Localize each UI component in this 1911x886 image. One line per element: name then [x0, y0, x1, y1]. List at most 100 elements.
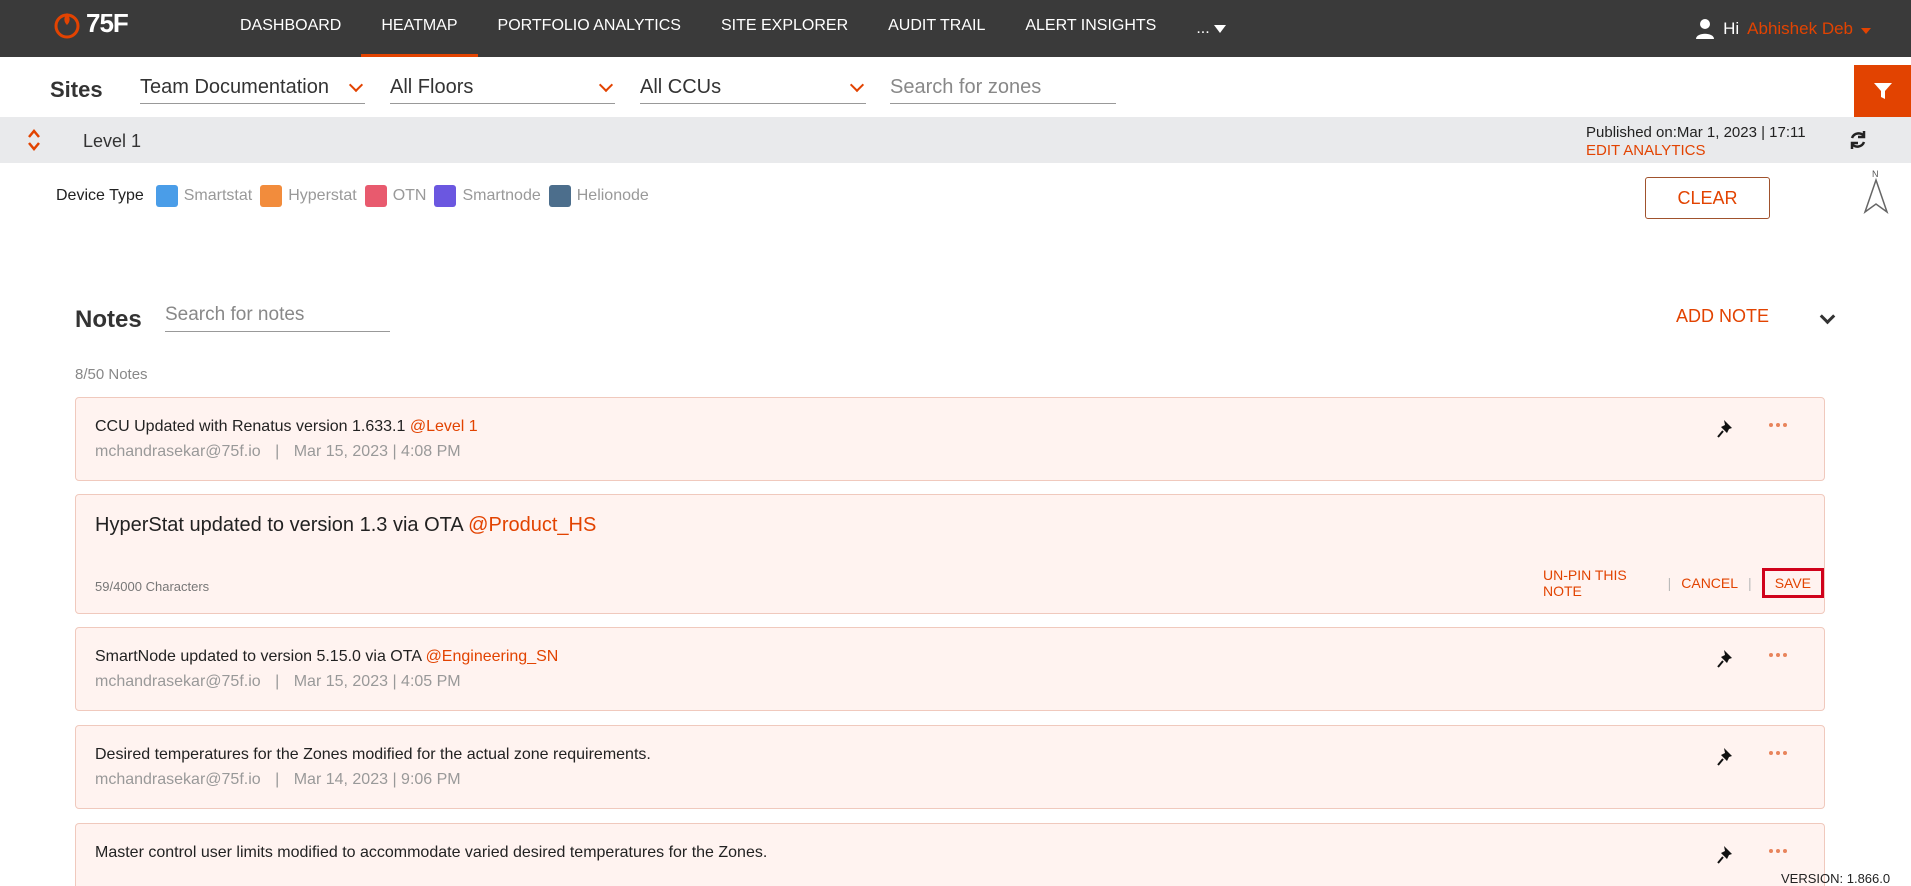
note-mention[interactable]: @Product_HS [468, 514, 596, 536]
notes-search-input[interactable]: Search for notes [165, 298, 390, 332]
note-text: Master control user limits modified to a… [95, 844, 767, 862]
user-name[interactable]: Abhishek Deb [1747, 19, 1853, 39]
nav-more-label: ... [1196, 19, 1210, 37]
action-separator: | [1748, 575, 1752, 591]
chevron-down-icon [849, 77, 865, 92]
char-count: 59/4000 Characters [95, 579, 210, 594]
site-select[interactable]: Team Documentation [140, 72, 365, 104]
filter-bar: Sites Team Documentation All Floors All … [0, 57, 1911, 117]
chevron-down-icon [598, 77, 614, 92]
chevron-down-icon[interactable] [1819, 308, 1836, 325]
meta-separator: | [275, 443, 280, 460]
legend-hyperstat[interactable]: Hyperstat [260, 185, 357, 207]
version-label: VERSION: 1.866.0 [1781, 871, 1891, 886]
more-options-icon[interactable] [1769, 751, 1787, 755]
cancel-button[interactable]: CANCEL [1681, 575, 1738, 591]
edit-actions: UN-PIN THIS NOTE | CANCEL | SAVE [1543, 567, 1824, 599]
top-nav: 75F DASHBOARD HEATMAP PORTFOLIO ANALYTIC… [0, 0, 1911, 57]
note-author: mchandrasekar@75f.io [95, 443, 261, 460]
helionode-swatch [548, 185, 571, 207]
note-body: Master control user limits modified to a… [95, 844, 768, 861]
north-label: N [1872, 169, 1879, 179]
legend-otn[interactable]: OTN [364, 185, 427, 207]
legend-label: Helionode [576, 187, 649, 204]
nav-dashboard[interactable]: DASHBOARD [220, 0, 361, 57]
more-options-icon[interactable] [1769, 423, 1787, 427]
caret-down-icon [1861, 27, 1871, 34]
note-author: mchandrasekar@75f.io [95, 771, 261, 788]
note-card: CCU Updated with Renatus version 1.633.1… [75, 397, 1825, 481]
action-separator: | [1667, 575, 1672, 591]
note-body: CCU Updated with Renatus version 1.633.1 [95, 418, 406, 435]
meta-separator: | [275, 771, 280, 788]
nav-audit-trail[interactable]: AUDIT TRAIL [868, 0, 1005, 57]
pin-icon[interactable] [1716, 746, 1736, 768]
expand-collapse-icon[interactable] [26, 127, 42, 153]
pin-icon[interactable] [1716, 844, 1736, 866]
legend-label: Smartnode [462, 187, 541, 204]
note-text: Desired temperatures for the Zones modif… [95, 746, 651, 764]
note-card: Desired temperatures for the Zones modif… [75, 725, 1825, 809]
floor-select[interactable]: All Floors [390, 72, 615, 104]
note-edit-textarea[interactable]: HyperStat updated to version 1.3 via OTA… [95, 514, 596, 537]
nav-more-menu[interactable]: ... [1176, 0, 1245, 57]
clear-button[interactable]: CLEAR [1645, 177, 1770, 219]
legend-helionode[interactable]: Helionode [548, 185, 649, 207]
nav-heatmap[interactable]: HEATMAP [361, 0, 478, 57]
note-body: Desired temperatures for the Zones modif… [95, 746, 651, 763]
note-meta: mchandrasekar@75f.io | Mar 15, 2023 | 4:… [95, 673, 461, 691]
user-menu[interactable]: Hi Abhishek Deb [1695, 0, 1871, 57]
save-button[interactable]: SAVE [1761, 568, 1824, 598]
ccu-select-value: All CCUs [640, 76, 722, 98]
floor-select-value: All Floors [390, 76, 474, 98]
note-meta: mchandrasekar@75f.io | Mar 15, 2023 | 4:… [95, 443, 461, 461]
flame-logo-icon [54, 12, 80, 38]
nav-menu: DASHBOARD HEATMAP PORTFOLIO ANALYTICS SI… [220, 0, 1246, 57]
legend-smartstat[interactable]: Smartstat [155, 185, 253, 207]
nav-portfolio-analytics[interactable]: PORTFOLIO ANALYTICS [478, 0, 701, 57]
published-info: Published on:Mar 1, 2023 | 17:11 [1586, 124, 1806, 141]
device-type-label: Device Type [56, 187, 144, 204]
otn-swatch [364, 185, 387, 207]
note-body: HyperStat updated to version 1.3 via OTA [95, 514, 463, 536]
north-arrow-icon: N [1863, 169, 1889, 215]
note-body: SmartNode updated to version 5.15.0 via … [95, 648, 422, 665]
funnel-icon [1873, 83, 1892, 99]
legend-smartnode[interactable]: Smartnode [434, 185, 541, 207]
note-mention[interactable]: @Level 1 [410, 418, 478, 435]
legend-label: OTN [392, 187, 427, 204]
note-text: CCU Updated with Renatus version 1.633.1… [95, 418, 478, 436]
edit-analytics-link[interactable]: EDIT ANALYTICS [1586, 142, 1705, 159]
smartnode-swatch [434, 185, 457, 207]
notes-count: 8/50 Notes [75, 366, 148, 383]
logo[interactable]: 75F [52, 8, 129, 39]
zone-search-input[interactable]: Search for zones [890, 72, 1116, 104]
note-mention[interactable]: @Engineering_SN [426, 648, 559, 665]
note-card: Master control user limits modified to a… [75, 823, 1825, 886]
filter-button[interactable] [1854, 65, 1911, 117]
refresh-icon[interactable] [1848, 129, 1868, 151]
unpin-note-button[interactable]: UN-PIN THIS NOTE [1543, 567, 1658, 599]
more-options-icon[interactable] [1769, 849, 1787, 853]
note-date: Mar 15, 2023 | 4:05 PM [293, 673, 461, 690]
logo-text: 75F [86, 8, 129, 38]
nav-alert-insights[interactable]: ALERT INSIGHTS [1005, 0, 1176, 57]
note-date: Mar 15, 2023 | 4:08 PM [293, 443, 461, 460]
level-bar: Level 1 Published on:Mar 1, 2023 | 17:11… [0, 117, 1911, 163]
note-card-editing: HyperStat updated to version 1.3 via OTA… [75, 494, 1825, 614]
more-options-icon[interactable] [1769, 653, 1787, 657]
add-note-button[interactable]: ADD NOTE [1676, 306, 1769, 327]
smartstat-swatch [155, 185, 178, 207]
notes-title: Notes [75, 306, 142, 333]
pin-icon[interactable] [1716, 418, 1736, 440]
legend-label: Smartstat [183, 187, 253, 204]
nav-site-explorer[interactable]: SITE EXPLORER [701, 0, 868, 57]
legend-label: Hyperstat [288, 187, 357, 204]
ccu-select[interactable]: All CCUs [640, 72, 866, 104]
meta-separator: | [275, 673, 280, 690]
site-select-value: Team Documentation [140, 76, 329, 98]
pin-icon[interactable] [1716, 648, 1736, 670]
user-icon [1696, 18, 1715, 39]
caret-down-icon [1213, 24, 1226, 33]
level-name: Level 1 [83, 131, 142, 151]
